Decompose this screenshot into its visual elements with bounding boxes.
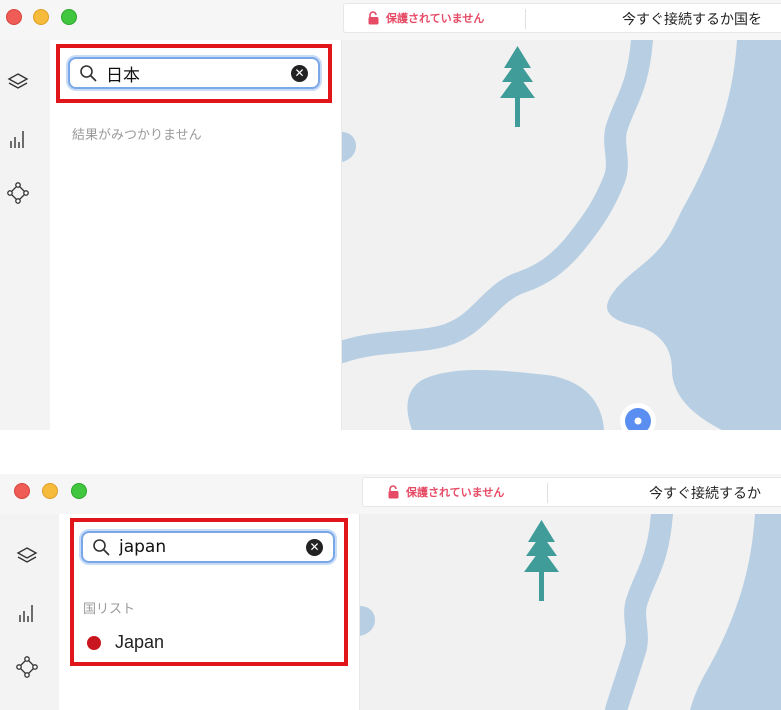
country-search-field[interactable]: ✕ xyxy=(68,57,320,89)
search-input[interactable] xyxy=(106,63,276,83)
layers-icon[interactable] xyxy=(16,546,38,568)
search-sidebar-panel: ✕ 結果がみつかりません xyxy=(50,40,342,430)
unlocked-padlock-icon xyxy=(367,11,380,25)
country-item-japan[interactable]: Japan xyxy=(87,632,164,653)
country-status-dot xyxy=(87,635,101,650)
unprotected-status-label: 保護されていません xyxy=(406,486,505,499)
icon-sidebar xyxy=(0,40,50,430)
connect-prompt-text: 今すぐ接続するか国を xyxy=(622,12,762,28)
search-sidebar-panel: ✕ 国リスト Japan xyxy=(59,514,360,710)
clear-search-icon[interactable]: ✕ xyxy=(306,539,323,556)
connection-status-bar: 保護されていません 今すぐ接続するか国を xyxy=(343,3,781,33)
close-window-button[interactable] xyxy=(14,483,30,499)
unprotected-status-label: 保護されていません xyxy=(386,12,485,25)
connect-prompt-text: 今すぐ接続するか xyxy=(649,486,761,502)
world-map[interactable] xyxy=(342,40,781,430)
title-bar: 保護されていません 今すぐ接続するか国を xyxy=(0,0,781,40)
clear-search-icon[interactable]: ✕ xyxy=(291,65,308,82)
icon-sidebar xyxy=(0,514,50,710)
layers-icon[interactable] xyxy=(7,72,29,94)
zoom-window-button[interactable] xyxy=(61,9,77,25)
network-nodes-icon[interactable] xyxy=(16,656,38,678)
no-results-message: 結果がみつかりません xyxy=(72,128,202,143)
search-input[interactable] xyxy=(119,537,289,557)
search-icon xyxy=(79,64,97,82)
country-search-field[interactable]: ✕ xyxy=(81,531,335,563)
zoom-window-button[interactable] xyxy=(71,483,87,499)
minimize-window-button[interactable] xyxy=(33,9,49,25)
title-bar: 保護されていません 今すぐ接続するか xyxy=(0,474,781,514)
search-icon xyxy=(92,538,110,556)
country-name: Japan xyxy=(115,632,165,652)
stats-icon[interactable] xyxy=(7,128,29,150)
app-window-search-english: 保護されていません 今すぐ接続するか japan ✕ 国リスト Japan xyxy=(0,474,781,710)
status-divider xyxy=(525,9,526,29)
connection-status-bar: 保護されていません 今すぐ接続するか xyxy=(362,477,781,507)
network-nodes-icon[interactable] xyxy=(7,182,29,204)
world-map[interactable] xyxy=(360,514,781,710)
unlocked-padlock-icon xyxy=(387,485,400,499)
close-window-button[interactable] xyxy=(6,9,22,25)
app-window-search-japanese: 保護されていません 今すぐ接続するか国を 日本 ✕ 結果がみつかりません xyxy=(0,0,781,430)
minimize-window-button[interactable] xyxy=(42,483,58,499)
country-list-header: 国リスト xyxy=(83,602,136,617)
status-divider xyxy=(547,483,548,503)
stats-icon[interactable] xyxy=(16,602,38,624)
